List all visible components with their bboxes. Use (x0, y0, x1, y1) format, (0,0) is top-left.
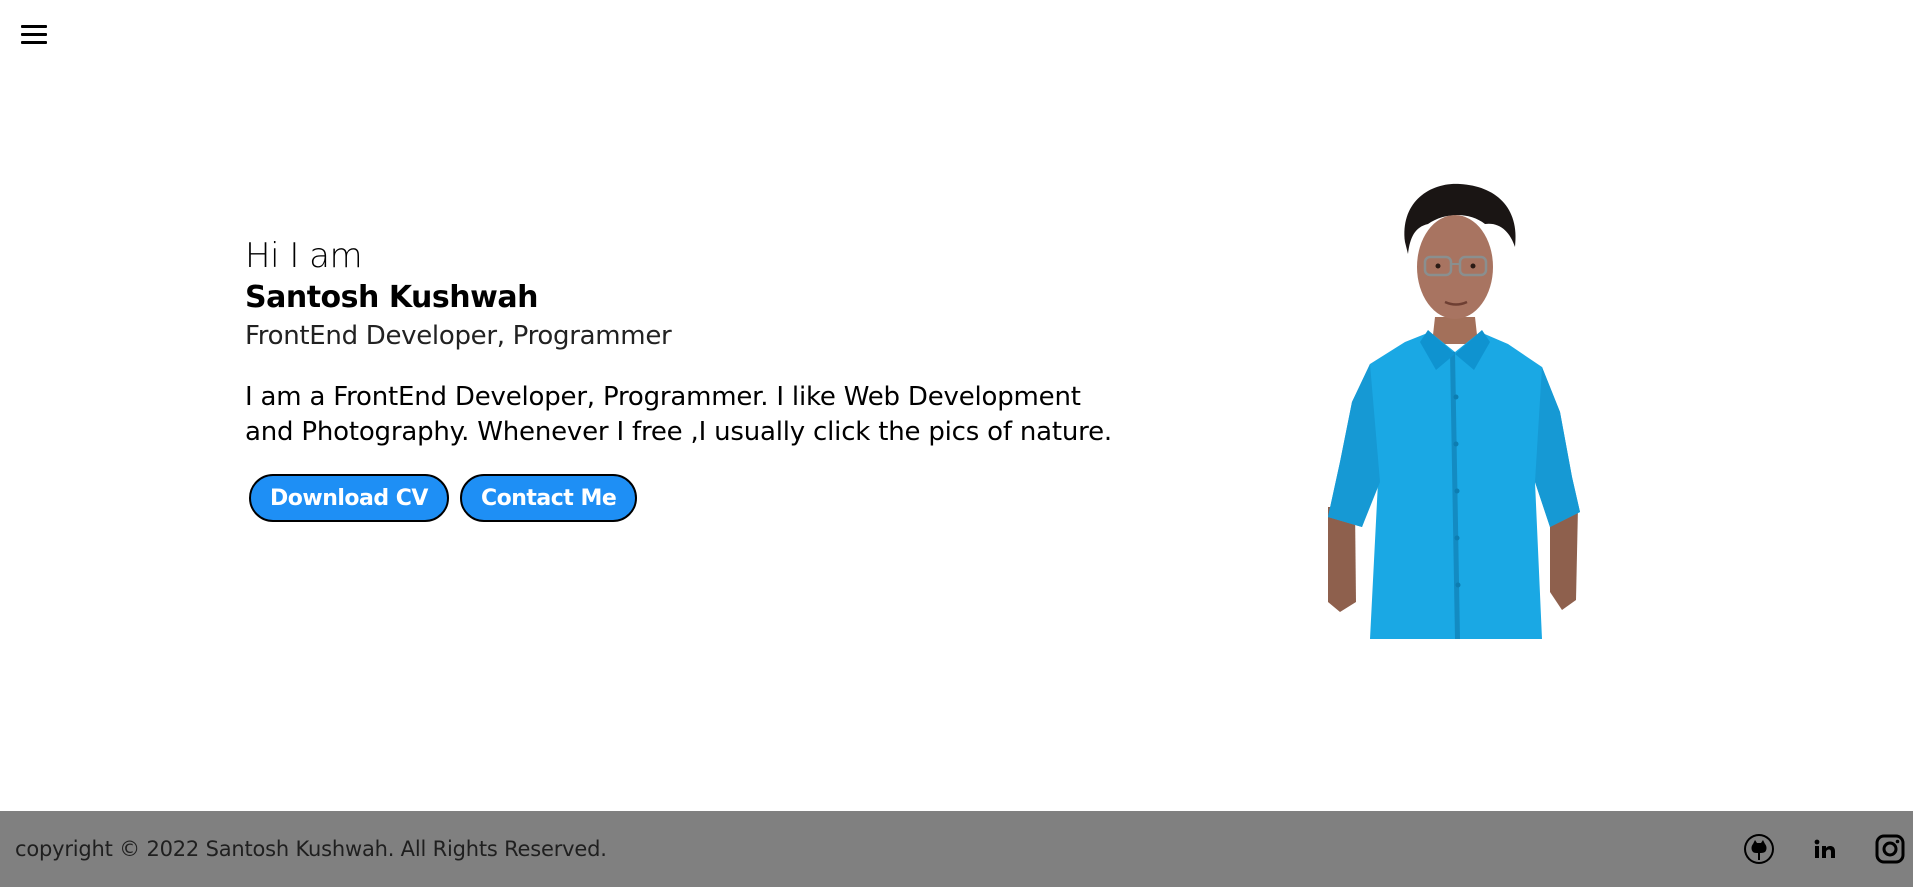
greeting-text: Hi I am (245, 236, 363, 276)
bio-line: and Photography. Whenever I free ,I usua… (245, 417, 1112, 447)
hero-actions: Download CV Contact Me (245, 474, 1145, 522)
bio-text: I am a FrontEnd Developer, Programmer. I… (245, 380, 1145, 450)
role-text: FrontEnd Developer, Programmer (245, 321, 672, 351)
footer: copyright © 2022 Santosh Kushwah. All Ri… (0, 811, 1913, 887)
instagram-icon[interactable] (1873, 832, 1907, 866)
download-cv-button[interactable]: Download CV (249, 474, 449, 522)
name-heading: Santosh Kushwah (245, 280, 538, 315)
copyright-text: copyright © 2022 Santosh Kushwah. All Ri… (15, 837, 607, 861)
contact-me-button[interactable]: Contact Me (459, 474, 638, 522)
linkedin-icon[interactable] (1808, 832, 1842, 866)
menu-button[interactable] (18, 22, 52, 48)
bio-line: I am a FrontEnd Developer, Programmer. I… (245, 382, 1081, 412)
github-icon[interactable] (1742, 832, 1776, 866)
profile-photo (1328, 183, 1580, 639)
hero-section: Hi I am Santosh Kushwah FrontEnd Develop… (245, 234, 1145, 522)
